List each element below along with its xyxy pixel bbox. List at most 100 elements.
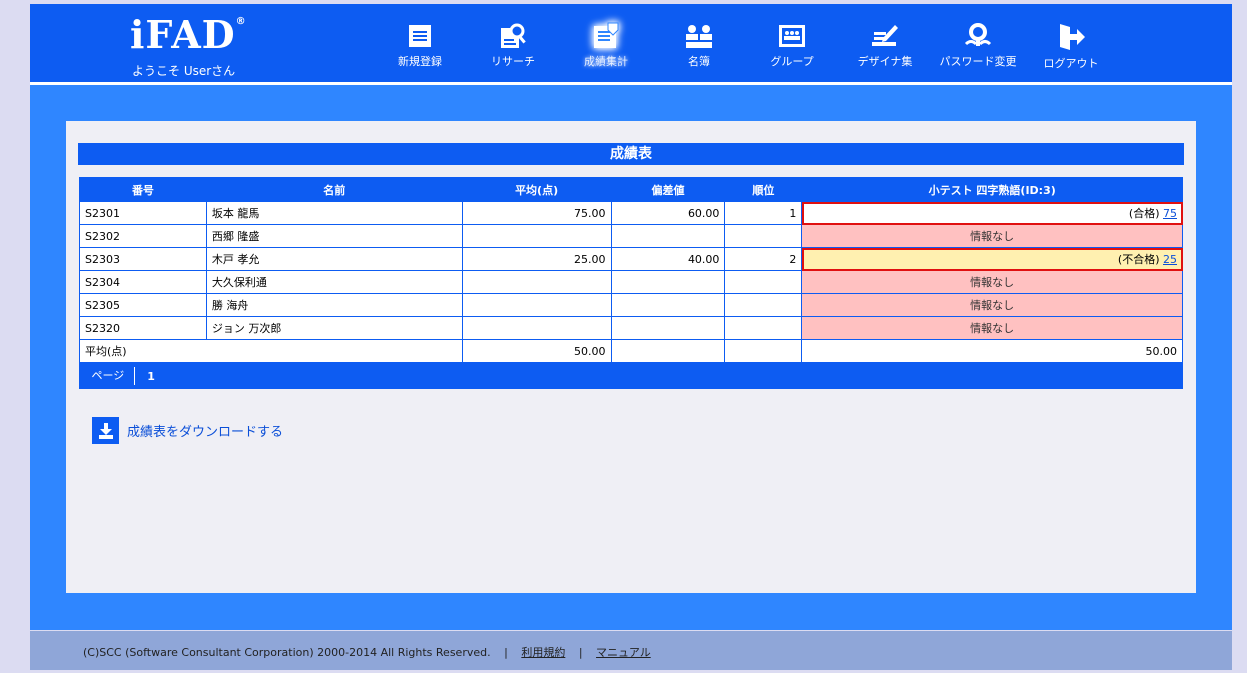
cell-deviation [610, 224, 726, 248]
designer-icon [872, 25, 898, 46]
table-row: S2301 坂本 龍馬 75.00 60.00 1 (合格) 75 [79, 201, 1183, 225]
average-row-deviation [610, 339, 726, 363]
cell-rank [724, 270, 803, 294]
cell-quiz-no-info: 情報なし [801, 293, 1183, 317]
cell-rank [724, 316, 803, 340]
cell-name: 大久保利通 [205, 270, 463, 294]
nav-password-label: パスワード変更 [939, 55, 1017, 68]
quiz-status: (合格) [1128, 207, 1160, 220]
cell-id: S2301 [79, 201, 207, 225]
page-title: 成績表 [78, 143, 1184, 165]
cell-id: S2303 [79, 247, 207, 271]
cell-quiz-no-info: 情報なし [801, 316, 1183, 340]
cell-name: 勝 海舟 [205, 293, 463, 317]
col-header-quiz: 小テスト 四字熟語(ID:3) [801, 177, 1183, 202]
download-icon [92, 417, 119, 444]
table-row: S2302 西郷 隆盛 情報なし [79, 224, 1183, 248]
cell-rank [724, 224, 803, 248]
footer: (C)SCC (Software Consultant Corporation)… [30, 631, 1232, 670]
col-header-average: 平均(点) [461, 177, 612, 202]
cell-name: ジョン 万次郎 [205, 316, 463, 340]
cell-quiz-no-info: 情報なし [801, 270, 1183, 294]
pager-row: ページ 1 [79, 362, 1183, 389]
nav-designer[interactable]: デザイナ集 [840, 18, 930, 78]
nav-research[interactable]: リサーチ [468, 18, 558, 78]
grades-icon [594, 22, 619, 48]
average-row-quiz: 50.00 [801, 339, 1183, 363]
logo: iFAD® [130, 12, 247, 57]
cell-id: S2302 [79, 224, 207, 248]
table-row: S2303 木戸 孝允 25.00 40.00 2 (不合格) 25 [79, 247, 1183, 271]
cell-name: 坂本 龍馬 [205, 201, 463, 225]
table-row: S2305 勝 海舟 情報なし [79, 293, 1183, 317]
nav-grades[interactable]: 成績集計 [561, 18, 651, 78]
grades-table: 番号 名前 平均(点) 偏差値 順位 小テスト 四字熟語(ID:3) S2301… [79, 177, 1183, 389]
manual-link[interactable]: マニュアル [596, 646, 651, 659]
welcome-text: ようこそ Userさん [132, 64, 236, 78]
average-row-rank [724, 339, 803, 363]
pager-label: ページ [80, 367, 136, 385]
cell-quiz-no-info: 情報なし [801, 224, 1183, 248]
research-icon [501, 23, 526, 48]
pager: ページ 1 [79, 362, 1183, 389]
table-row: S2304 大久保利通 情報なし [79, 270, 1183, 294]
col-header-name: 名前 [205, 177, 463, 202]
cell-id: S2304 [79, 270, 207, 294]
nav-grades-label: 成績集計 [584, 55, 628, 68]
roster-icon [686, 25, 712, 48]
nav-group-label: グループ [770, 55, 814, 68]
cell-average [461, 293, 612, 317]
cell-average: 25.00 [461, 247, 612, 271]
nav-roster[interactable]: 名簿 [654, 18, 744, 78]
terms-link[interactable]: 利用規約 [521, 646, 565, 659]
main-panel: 成績表 番号 名前 平均(点) 偏差値 順位 小テスト 四字熟語(ID:3) S… [66, 121, 1196, 593]
cell-rank [724, 293, 803, 317]
cell-average [461, 224, 612, 248]
quiz-score-link[interactable]: 25 [1163, 253, 1177, 266]
page-link-1[interactable]: 1 [135, 370, 167, 383]
cell-name: 西郷 隆盛 [205, 224, 463, 248]
cell-deviation [610, 316, 726, 340]
logout-icon [1060, 24, 1085, 50]
cell-rank: 1 [724, 201, 803, 225]
register-icon [409, 25, 431, 47]
cell-id: S2320 [79, 316, 207, 340]
cell-deviation [610, 293, 726, 317]
table-row: S2320 ジョン 万次郎 情報なし [79, 316, 1183, 340]
header-bar: iFAD® ようこそ Userさん 新規登録 リサーチ 成績集計 名簿 グループ… [30, 4, 1232, 82]
footer-divider: | [578, 646, 583, 659]
average-row-label: 平均(点) [79, 339, 463, 363]
cell-rank: 2 [724, 247, 803, 271]
cell-deviation [610, 270, 726, 294]
nav-logout-label: ログアウト [1043, 57, 1099, 70]
average-row: 平均(点) 50.00 50.00 [79, 339, 1183, 363]
quiz-status: (不合格) [1117, 253, 1160, 266]
download-grades-button[interactable]: 成績表をダウンロードする [92, 417, 283, 444]
download-grades-label: 成績表をダウンロードする [127, 425, 284, 440]
nav-register[interactable]: 新規登録 [375, 18, 465, 78]
footer-divider: | [504, 646, 508, 659]
nav-research-label: リサーチ [491, 55, 535, 68]
nav-roster-label: 名簿 [688, 55, 710, 68]
copyright-text: (C)SCC (Software Consultant Corporation)… [83, 646, 491, 659]
cell-average [461, 270, 612, 294]
app-frame: iFAD® ようこそ Userさん 新規登録 リサーチ 成績集計 名簿 グループ… [30, 4, 1232, 670]
group-icon [779, 25, 805, 47]
nav-password[interactable]: パスワード変更 [933, 18, 1023, 78]
cell-deviation: 60.00 [610, 201, 726, 225]
cell-quiz-result: (合格) 75 [801, 201, 1183, 225]
cell-name: 木戸 孝允 [205, 247, 463, 271]
cell-id: S2305 [79, 293, 207, 317]
password-icon [964, 23, 992, 46]
cell-deviation: 40.00 [610, 247, 726, 271]
cell-quiz-result: (不合格) 25 [801, 247, 1183, 271]
nav-designer-label: デザイナ集 [857, 55, 913, 68]
cell-average: 75.00 [461, 201, 612, 225]
table-header-row: 番号 名前 平均(点) 偏差値 順位 小テスト 四字熟語(ID:3) [79, 177, 1183, 202]
quiz-score-link[interactable]: 75 [1163, 207, 1177, 220]
col-header-rank: 順位 [724, 177, 803, 202]
nav-group[interactable]: グループ [747, 18, 837, 78]
cell-average [461, 316, 612, 340]
average-row-average: 50.00 [461, 339, 612, 363]
nav-logout[interactable]: ログアウト [1026, 18, 1116, 78]
